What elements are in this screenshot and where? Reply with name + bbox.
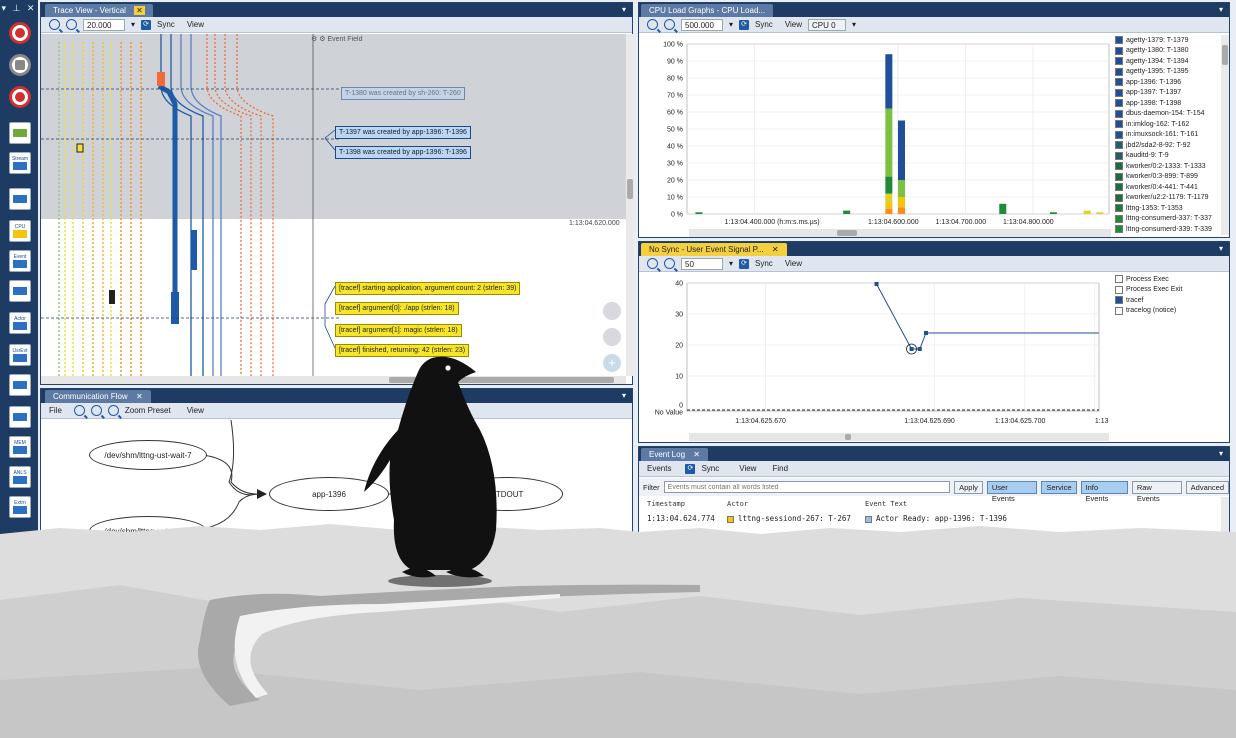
penguin-eye [445,365,451,371]
ice-shade-2 [0,668,1236,738]
penguin-ice-illustration [0,356,1236,738]
